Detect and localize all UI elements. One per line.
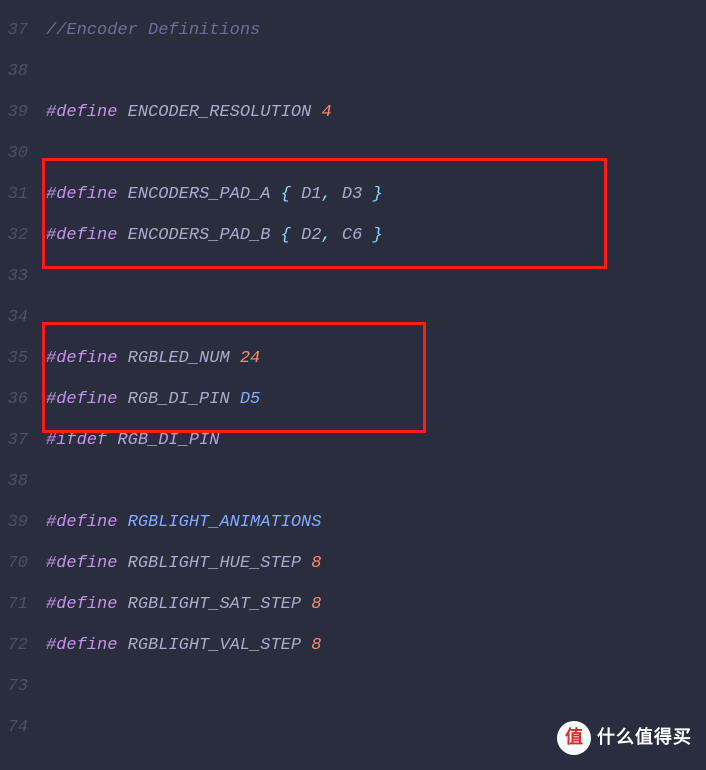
pin-id: D3 [342, 185, 362, 204]
line-number: 38 [0, 461, 28, 502]
gutter: 37 38 39 30 31 32 33 34 35 36 37 38 39 7… [0, 10, 38, 748]
line-number: 38 [0, 51, 28, 92]
line-number: 33 [0, 256, 28, 297]
line-number: 36 [0, 379, 28, 420]
comment-text: //Encoder Definitions [46, 21, 260, 40]
macro-name: RGBLIGHT_HUE_STEP [128, 554, 301, 573]
line-number: 30 [0, 133, 28, 174]
line-number: 31 [0, 174, 28, 215]
code-line: #define RGBLED_NUM 24 [46, 338, 706, 379]
code-area[interactable]: //Encoder Definitions #define ENCODER_RE… [38, 10, 706, 748]
code-line: #define RGBLIGHT_VAL_STEP 8 [46, 625, 706, 666]
macro-name: RGBLIGHT_VAL_STEP [128, 636, 301, 655]
code-line [46, 297, 706, 338]
directive: #define [46, 595, 117, 614]
pin-id: D2 [301, 226, 321, 245]
number-literal: 24 [240, 349, 260, 368]
code-line: #define RGBLIGHT_ANIMATIONS [46, 502, 706, 543]
pin-id: D1 [301, 185, 321, 204]
macro-name: RGB_DI_PIN [117, 431, 219, 450]
line-number: 70 [0, 543, 28, 584]
brace-close: } [372, 226, 382, 245]
number-literal: 8 [311, 554, 321, 573]
directive: #define [46, 513, 117, 532]
code-line: //Encoder Definitions [46, 10, 706, 51]
code-line [46, 51, 706, 92]
comma: , [321, 226, 331, 245]
code-line: #define ENCODERS_PAD_B { D2, C6 } [46, 215, 706, 256]
line-number: 34 [0, 297, 28, 338]
directive: #define [46, 554, 117, 573]
line-number: 32 [0, 215, 28, 256]
macro-name: ENCODER_RESOLUTION [128, 103, 312, 122]
watermark: 值 什么值得买 [557, 717, 692, 758]
watermark-text: 什么值得买 [597, 717, 692, 758]
line-number: 39 [0, 92, 28, 133]
directive: #define [46, 390, 117, 409]
directive: #ifdef [46, 431, 107, 450]
macro-name: ENCODERS_PAD_B [128, 226, 271, 245]
directive: #define [46, 185, 117, 204]
brace-close: } [372, 185, 382, 204]
line-number: 37 [0, 420, 28, 461]
code-line: #define RGBLIGHT_SAT_STEP 8 [46, 584, 706, 625]
number-literal: 4 [321, 103, 331, 122]
code-line: #define ENCODERS_PAD_A { D1, D3 } [46, 174, 706, 215]
code-line [46, 461, 706, 502]
directive: #define [46, 226, 117, 245]
macro-name: RGBLIGHT_ANIMATIONS [128, 513, 322, 532]
brace-open: { [281, 185, 291, 204]
code-line [46, 666, 706, 707]
number-literal: 8 [311, 636, 321, 655]
pin-value: D5 [240, 390, 260, 409]
line-number: 71 [0, 584, 28, 625]
brace-open: { [281, 226, 291, 245]
code-line: #ifdef RGB_DI_PIN [46, 420, 706, 461]
watermark-icon: 值 [557, 721, 591, 755]
macro-name: RGB_DI_PIN [128, 390, 230, 409]
line-number: 72 [0, 625, 28, 666]
code-line: #define RGBLIGHT_HUE_STEP 8 [46, 543, 706, 584]
pin-id: C6 [342, 226, 362, 245]
line-number: 73 [0, 666, 28, 707]
code-line [46, 133, 706, 174]
macro-name: RGBLIGHT_SAT_STEP [128, 595, 301, 614]
comma: , [321, 185, 331, 204]
macro-name: RGBLED_NUM [128, 349, 230, 368]
directive: #define [46, 636, 117, 655]
code-editor: 37 38 39 30 31 32 33 34 35 36 37 38 39 7… [0, 0, 706, 748]
code-line: #define ENCODER_RESOLUTION 4 [46, 92, 706, 133]
code-line [46, 256, 706, 297]
line-number: 37 [0, 10, 28, 51]
directive: #define [46, 349, 117, 368]
line-number: 74 [0, 707, 28, 748]
line-number: 35 [0, 338, 28, 379]
directive: #define [46, 103, 117, 122]
macro-name: ENCODERS_PAD_A [128, 185, 271, 204]
number-literal: 8 [311, 595, 321, 614]
code-line: #define RGB_DI_PIN D5 [46, 379, 706, 420]
line-number: 39 [0, 502, 28, 543]
